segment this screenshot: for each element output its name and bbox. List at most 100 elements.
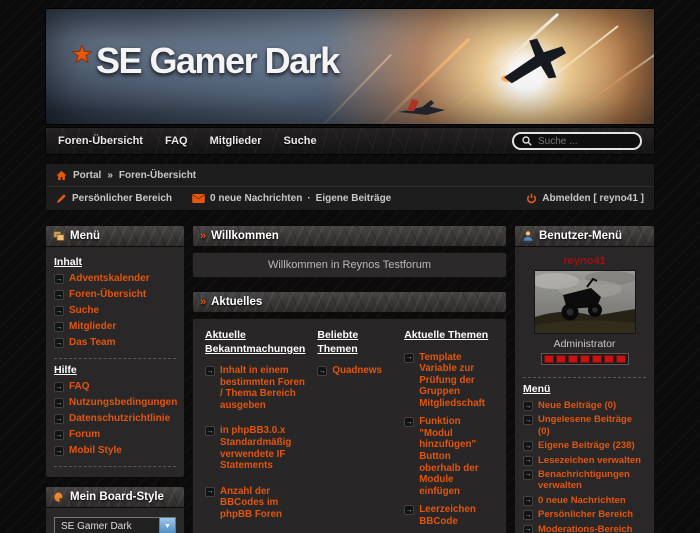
menu-panel-header: Menü <box>45 225 185 247</box>
menu-link[interactable]: Moderations-Bereich <box>538 524 633 533</box>
chevron-down-icon[interactable] <box>159 518 175 533</box>
personal-area-link[interactable]: Persönlicher Bereich <box>72 193 172 204</box>
menu-link[interactable]: Persönlicher Bereich <box>538 509 633 520</box>
menu-link[interactable]: Mobil Style <box>69 445 122 457</box>
topic-link[interactable]: Funktion "Modul hinzufügen" Button oberh… <box>419 416 494 497</box>
topic-link[interactable]: Anzahl der BBCodes im phpBB Foren <box>220 486 305 521</box>
arrow-bullet-icon <box>54 446 64 456</box>
rank-square <box>580 355 590 363</box>
news-col-heading: Aktuelle Bekanntmachungen <box>205 329 305 356</box>
topic-link[interactable]: Leerzeichen BBCode <box>419 504 494 527</box>
news-item: Leerzeichen BBCode <box>404 504 494 527</box>
breadcrumb-current: Foren-Übersicht <box>119 170 196 181</box>
menu-link[interactable]: FAQ <box>69 381 90 393</box>
news-item: Template Variable zur Prüfung der Gruppe… <box>404 352 494 410</box>
rank-square <box>616 355 626 363</box>
arrow-bullet-icon <box>54 274 64 284</box>
new-messages-link[interactable]: 0 neue Nachrichten <box>210 193 302 204</box>
section-heading-inhalt: Inhalt <box>54 256 176 268</box>
menu-link[interactable]: Eigene Beiträge (238) <box>538 440 635 451</box>
menu-link[interactable]: Mitglieder <box>69 321 116 333</box>
nav-link[interactable]: Suche <box>284 135 317 147</box>
news-item: Funktion "Modul hinzufügen" Button oberh… <box>404 416 494 497</box>
page: SE Gamer Dark Foren-Übersicht FAQ Mitglied… <box>0 0 700 533</box>
double-chevron-icon <box>200 230 206 242</box>
menu-item: Adventskalender <box>54 273 176 285</box>
board-style-selected: SE Gamer Dark <box>61 521 132 532</box>
rank-square <box>544 355 554 363</box>
news-item: in phpBB3.0.x Standardmäßig verwendete I… <box>205 425 305 471</box>
arrow-bullet-icon <box>54 382 64 392</box>
menu-item: FAQ <box>54 381 176 393</box>
menu-panel: Menü Inhalt Adventskalender <box>45 225 185 478</box>
menu-link[interactable]: Datenschutzrichtlinie <box>69 413 170 425</box>
user-avatar[interactable] <box>534 270 636 334</box>
breadcrumb-portal-link[interactable]: Portal <box>73 170 101 181</box>
menu-link[interactable]: Adventskalender <box>69 273 150 285</box>
arrow-bullet-icon <box>205 426 215 436</box>
home-icon <box>56 170 67 181</box>
main-nav: Foren-Übersicht FAQ Mitglieder Suche <box>45 127 655 155</box>
board-style-header: Mein Board-Style <box>45 486 185 508</box>
site-logo[interactable]: SE Gamer Dark <box>72 43 339 79</box>
board-style-title: Mein Board-Style <box>70 491 164 503</box>
menu-link[interactable]: Neue Beiträge (0) <box>538 400 616 411</box>
news-col-heading: Aktuelle Themen <box>404 329 494 343</box>
menu-item: Mitglieder <box>54 321 176 333</box>
menu-link[interactable]: Das Team <box>69 337 116 349</box>
menu-item: Eigene Beiträge (238) <box>523 440 646 451</box>
menu-list-hilfe: FAQ Nutzungsbedingungen Datenschutzricht… <box>54 381 176 457</box>
nav-link[interactable]: FAQ <box>165 135 188 147</box>
search-box[interactable] <box>512 132 642 150</box>
menu-link[interactable]: Nutzungsbedingungen <box>69 397 177 409</box>
menu-link[interactable]: Suche <box>69 305 99 317</box>
topic-link[interactable]: Quadnews <box>332 365 382 377</box>
username-link[interactable]: reyno41 <box>563 255 605 267</box>
menu-item: 0 neue Nachrichten <box>523 495 646 506</box>
arrow-bullet-icon <box>54 290 64 300</box>
board-style-select[interactable]: SE Gamer Dark <box>54 517 176 533</box>
search-icon <box>522 136 532 146</box>
logout-link[interactable]: Abmelden [ reyno41 ] <box>542 193 644 204</box>
menu-item: Neue Beiträge (0) <box>523 400 646 411</box>
board-style-panel: Mein Board-Style SE Gamer Dark <box>45 486 185 533</box>
user-menu-panel: Benutzer-Menü reyno41 <box>514 225 655 533</box>
right-sidebar: Benutzer-Menü reyno41 <box>514 225 655 533</box>
arrow-bullet-icon <box>205 487 215 497</box>
user-menu-title: Benutzer-Menü <box>539 230 622 242</box>
nav-links: Foren-Übersicht FAQ Mitglieder Suche <box>58 135 317 147</box>
menu-link[interactable]: 0 neue Nachrichten <box>538 495 626 506</box>
dashed-divider <box>523 377 646 378</box>
menu-link[interactable]: Benachrichtigungen verwalten <box>538 469 646 492</box>
arrow-bullet-icon <box>205 366 215 376</box>
own-posts-link[interactable]: Eigene Beiträge <box>316 193 392 204</box>
left-sidebar: Menü Inhalt Adventskalender <box>45 225 185 533</box>
menu-link[interactable]: Ungelesene Beiträge (0) <box>538 414 646 437</box>
dashed-divider <box>54 358 176 359</box>
search-input[interactable] <box>538 136 632 147</box>
nav-link[interactable]: Foren-Übersicht <box>58 135 143 147</box>
nav-link[interactable]: Mitglieder <box>210 135 262 147</box>
topic-link[interactable]: Inhalt in einem bestimmten Foren / Thema… <box>220 365 305 411</box>
arrow-bullet-icon <box>404 505 414 515</box>
arrow-bullet-icon <box>54 338 64 348</box>
dot-separator: · <box>307 193 310 204</box>
breadcrumb-panel: Portal » Foren-Übersicht Persönlicher Be… <box>45 163 655 211</box>
rank-square <box>604 355 614 363</box>
topic-link[interactable]: in phpBB3.0.x Standardmäßig verwendete I… <box>220 425 305 471</box>
menu-item: Suche <box>54 305 176 317</box>
news-title: Aktuelles <box>211 296 262 308</box>
menu-item: Das Team <box>54 337 176 349</box>
rank-square <box>592 355 602 363</box>
user-menu-heading: Menü <box>523 383 646 395</box>
arrow-bullet-icon <box>404 353 414 363</box>
rank-square <box>568 355 578 363</box>
menu-link[interactable]: Foren-Übersicht <box>69 289 146 301</box>
welcome-title: Willkommen <box>211 230 279 242</box>
menu-link[interactable]: Lesezeichen verwalten <box>538 455 641 466</box>
topic-link[interactable]: Template Variable zur Prüfung der Gruppe… <box>419 352 494 410</box>
news-column-popular: Beliebte Themen Quadnews <box>317 329 392 385</box>
menu-link[interactable]: Forum <box>69 429 100 441</box>
menu-item: Nutzungsbedingungen <box>54 397 176 409</box>
menu-item: Datenschutzrichtlinie <box>54 413 176 425</box>
